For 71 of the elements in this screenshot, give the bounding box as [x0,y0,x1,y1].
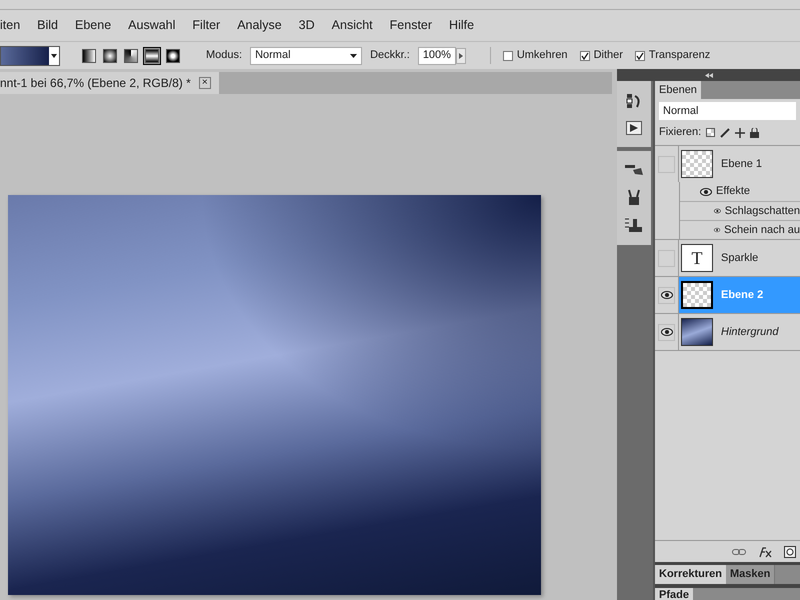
opacity-field[interactable]: 100% [418,46,456,64]
layer-name: Hintergrund [721,324,778,340]
checkbox[interactable] [580,50,590,60]
panel-tab[interactable]: Pfade [655,588,693,600]
layer-row[interactable]: Hintergrund [655,314,800,350]
visibility-toggle[interactable] [658,250,675,266]
menu-item[interactable]: iten [0,16,20,35]
layer-name: Sparkle [721,250,758,266]
blend-mode-dropdown[interactable]: Normal [659,102,796,120]
visibility-toggle[interactable] [658,324,675,340]
effect-name: Schlagschatten [724,204,800,219]
panel-tab[interactable]: Korrekturen [655,565,726,584]
menu-item[interactable]: Fenster [390,16,432,35]
lock-label: Fixieren: [659,125,702,140]
menu-item[interactable]: Ansicht [332,16,373,35]
caret-icon [350,54,358,58]
menu-item[interactable]: Filter [192,16,220,35]
visibility-toggle[interactable] [658,156,675,172]
fx-icon[interactable] [758,546,772,558]
layer-thumbnail [681,281,713,309]
panel-tab[interactable]: Masken [726,565,776,584]
layer-name: Ebene 1 [721,156,762,172]
caret-icon [51,54,57,58]
gradient-picker[interactable] [0,46,60,66]
effects-label: Effekte [716,184,750,200]
gradient-type-button[interactable] [122,46,140,64]
eye-icon [660,291,672,299]
menu-item[interactable]: Auswahl [128,16,176,35]
layer-row[interactable]: Ebene 1 [655,146,800,182]
mode-label: Modus: [206,48,242,64]
gradient-type-button[interactable] [101,46,119,64]
opacity-label: Deckkr.: [370,48,410,64]
gradient-type-button[interactable] [143,46,161,64]
checkbox-label: Transparenz [648,48,710,64]
close-button[interactable]: × [198,77,211,89]
layer-row[interactable]: T Sparkle [655,240,800,276]
checkbox[interactable] [502,50,513,60]
eye-icon [714,226,720,234]
layer-thumbnail [681,150,713,178]
lock-icon[interactable] [750,128,760,138]
menu-item[interactable]: Ebene [75,16,112,35]
opacity-stepper[interactable] [456,48,466,64]
eye-icon [660,328,672,336]
eye-icon [714,207,721,215]
layer-name: Ebene 2 [721,288,764,303]
lock-transparency-icon[interactable] [706,128,716,137]
menu-item[interactable]: 3D [298,16,315,35]
history-icon[interactable] [626,93,642,109]
play-icon[interactable] [626,121,642,135]
document-tab[interactable]: nnt-1 bei 66,7% (Ebene 2, RGB/8) * × [0,72,219,94]
gradient-type-button[interactable] [164,46,182,64]
mode-dropdown[interactable]: Normal [250,46,362,64]
text-layer-thumbnail: T [681,244,713,272]
link-icon[interactable] [732,548,746,554]
gradient-type-button[interactable] [80,46,98,64]
effect-name: Schein nach au [724,222,800,238]
move-icon[interactable] [735,128,746,138]
collapse-icon[interactable] [704,72,712,78]
menu-item[interactable]: Hilfe [449,16,474,35]
checkbox[interactable] [634,50,645,60]
mask-icon[interactable] [784,546,796,558]
layer-thumbnail [681,318,713,346]
visibility-toggle[interactable] [658,286,675,304]
arrow-icon [458,52,463,58]
checkbox-label: Umkehren [516,48,568,64]
checkbox-label: Dither [594,48,623,64]
eye-icon [700,188,712,196]
panel-tab[interactable]: Ebenen [655,81,701,99]
menu-item[interactable]: Bild [37,16,58,35]
menu-item[interactable]: Analyse [237,16,282,35]
stamp-icon[interactable] [625,217,643,233]
